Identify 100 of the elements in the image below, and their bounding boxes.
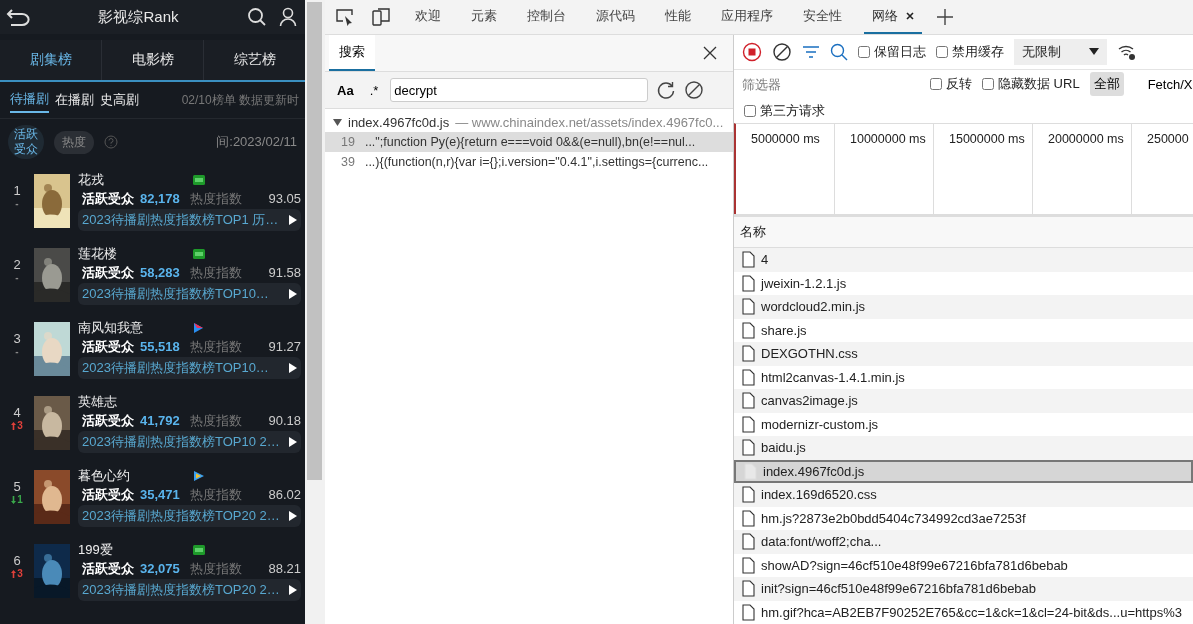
request-row[interactable]: modernizr-custom.js	[734, 412, 1193, 436]
devtools-tab[interactable]: 源代码	[588, 0, 643, 34]
search-match[interactable]: 39 ...){(function(n,r){var i={};i.version="0.4.1",i.settings={currenc...	[325, 152, 733, 172]
result-file-url: — www.chinaindex.net/assets/index.4967fc0...	[455, 115, 724, 130]
checkbox[interactable]	[930, 78, 942, 91]
rank-number: 6	[13, 553, 21, 568]
devtools-tab[interactable]: 网络	[864, 0, 922, 34]
ranking-note[interactable]: 2023待播剧热度指数榜TOP10 2…	[78, 431, 301, 453]
devtools-tab[interactable]: 控制台	[519, 0, 574, 34]
heat-label: 热度指数	[189, 412, 242, 430]
show-title[interactable]: 199爱	[78, 541, 193, 559]
show-title[interactable]: 花戎	[78, 171, 193, 189]
show-title[interactable]: 暮色心约	[78, 467, 193, 485]
play-icon	[289, 289, 297, 299]
audience-label: 活跃受众	[82, 412, 134, 430]
devtools-tab[interactable]: 应用程序	[713, 0, 781, 34]
request-row[interactable]: init?sign=46cf510e48f99e67216bfa781d6bebab	[734, 577, 1193, 601]
record-icon[interactable]	[742, 41, 762, 62]
category-tab[interactable]: 综艺榜	[204, 40, 305, 80]
device-icon[interactable]	[371, 7, 391, 27]
type-filter-button[interactable]: Fetch/X	[1143, 73, 1193, 95]
column-header[interactable]: 名称	[740, 223, 766, 242]
timeline-tick-label: 250000	[1147, 131, 1189, 146]
clear-icon[interactable]	[684, 80, 705, 100]
play-icon	[289, 511, 297, 521]
heat-label: 热度指数	[189, 486, 242, 504]
rank-number: 4	[13, 405, 21, 420]
result-file-name[interactable]: index.4967fc0d.js	[348, 115, 450, 130]
checkbox[interactable]	[936, 45, 948, 58]
heat-value: 93.05	[268, 191, 301, 206]
ranking-note[interactable]: 2023待播剧热度指数榜TOP10…	[78, 357, 301, 379]
file-icon	[742, 251, 755, 269]
category-tab[interactable]: 电影榜	[102, 40, 204, 80]
request-row[interactable]: showAD?sign=46cf510e48f99e67216bfa781d6bebab	[734, 553, 1193, 577]
ranking-note[interactable]: 2023待播剧热度指数榜TOP10…	[78, 283, 301, 305]
checkbox[interactable]	[982, 78, 994, 91]
search-icon[interactable]	[247, 7, 267, 27]
devtools-tab[interactable]: 安全性	[795, 0, 850, 34]
metric-toggle[interactable]: 热度	[54, 130, 94, 154]
audience-value: 58,283	[140, 265, 180, 280]
request-row[interactable]: index.4967fc0d.js	[734, 459, 1193, 483]
list-tab[interactable]: 待播剧	[10, 87, 49, 113]
category-tab[interactable]: 剧集榜	[0, 40, 102, 80]
clear-icon[interactable]	[772, 41, 792, 62]
request-row[interactable]: hm.gif?hca=AB2EB7F90252E765&cc=1&ck=1&cl=24-bit&ds...u=https%3	[734, 600, 1193, 624]
match-case-button[interactable]: Aa	[333, 82, 358, 98]
checkbox[interactable]	[858, 45, 870, 58]
search-match[interactable]: 19 ...";function Py(e){return e===void 0&&(e=null),bn(e!==nul...	[325, 132, 733, 152]
request-row[interactable]: html2canvas-1.4.1.min.js	[734, 365, 1193, 389]
expand-triangle-icon[interactable]	[333, 119, 342, 126]
show-title[interactable]: 莲花楼	[78, 245, 193, 263]
inspect-icon[interactable]	[335, 8, 355, 26]
devtools-tab[interactable]: 元素	[463, 0, 505, 34]
request-row[interactable]: DEXGOTHN.css	[734, 342, 1193, 366]
request-row[interactable]: index.169d6520.css	[734, 483, 1193, 507]
regex-button[interactable]: .*	[365, 82, 383, 98]
search-field[interactable]: decrypt	[390, 78, 649, 102]
show-title[interactable]: 英雄志	[78, 393, 193, 411]
metric-toggle[interactable]: 活跃受众	[8, 125, 44, 159]
play-icon	[289, 437, 297, 447]
devtools-tab[interactable]: 欢迎	[407, 0, 449, 34]
rank-change: 3	[11, 568, 23, 579]
type-filter-button[interactable]: 全部	[1089, 72, 1124, 97]
filter-icon[interactable]	[802, 44, 820, 59]
close-icon[interactable]	[906, 12, 914, 20]
checkbox[interactable]	[744, 104, 756, 117]
file-icon	[742, 533, 755, 551]
show-title[interactable]: 南风知我意	[78, 319, 193, 337]
heat-label: 热度指数	[189, 560, 242, 578]
file-icon	[742, 556, 755, 574]
list-tab[interactable]: 在播剧	[55, 88, 94, 112]
rank-number: 2	[13, 257, 21, 272]
ranking-note[interactable]: 2023待播剧热度指数榜TOP20 2…	[78, 579, 301, 601]
request-row[interactable]: baidu.js	[734, 436, 1193, 460]
request-row[interactable]: canvas2image.js	[734, 389, 1193, 413]
request-row[interactable]: jweixin-1.2.1.js	[734, 271, 1193, 295]
request-row[interactable]: wordcloud2.min.js	[734, 295, 1193, 319]
request-row[interactable]: share.js	[734, 318, 1193, 342]
scrollbar[interactable]	[305, 0, 325, 624]
list-tab[interactable]: 史高剧	[100, 88, 139, 112]
back-icon[interactable]	[6, 8, 30, 26]
file-icon	[742, 392, 755, 410]
request-row[interactable]: hm.js?2873e2b0bdd5404c734992cd3ae7253f	[734, 506, 1193, 530]
refresh-icon[interactable]	[656, 80, 677, 100]
request-row[interactable]: 4	[734, 248, 1193, 272]
add-icon[interactable]	[936, 8, 954, 26]
scrollbar-thumb[interactable]	[307, 2, 322, 480]
user-icon[interactable]	[279, 7, 297, 27]
timeline-tick-label: 15000000 ms	[949, 131, 1025, 146]
rank-change: -	[15, 346, 19, 357]
audience-value: 32,075	[140, 561, 180, 576]
devtools-tab[interactable]: 性能	[657, 0, 699, 34]
heat-label: 热度指数	[189, 338, 242, 356]
search-tab[interactable]: 搜索	[329, 35, 375, 71]
ranking-note[interactable]: 2023待播剧热度指数榜TOP1 历…	[78, 209, 301, 231]
request-row[interactable]: data:font/woff2;cha...	[734, 530, 1193, 554]
throttle-dropdown[interactable]: 无限制	[1014, 38, 1107, 65]
app-title: 影视综Rank	[97, 7, 180, 27]
ranking-note[interactable]: 2023待播剧热度指数榜TOP20 2…	[78, 505, 301, 527]
close-icon[interactable]	[703, 46, 717, 60]
